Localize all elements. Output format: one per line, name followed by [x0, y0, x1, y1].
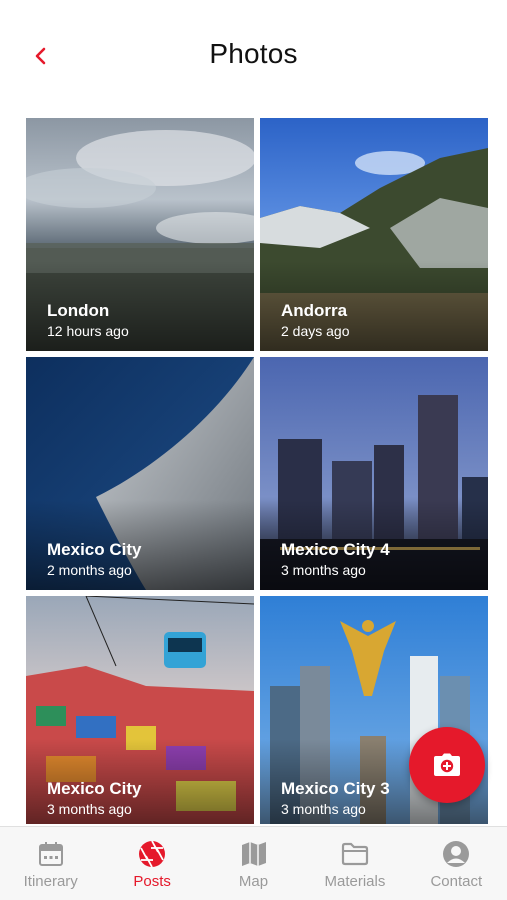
photo-title: Andorra	[281, 301, 348, 320]
tab-posts[interactable]: Posts	[101, 827, 202, 900]
photo-timestamp: 3 months ago	[281, 562, 366, 578]
tab-materials[interactable]: Materials	[304, 827, 405, 900]
photo-timestamp: 2 days ago	[281, 323, 350, 339]
tab-label: Posts	[133, 873, 171, 890]
add-photo-button[interactable]	[409, 727, 485, 803]
header: Photos	[0, 0, 507, 110]
photo-card-mexico-city[interactable]: Mexico City 2 months ago	[26, 357, 254, 590]
photo-timestamp: 12 hours ago	[47, 323, 129, 339]
page-title: Photos	[209, 38, 298, 69]
add-photo-camera-icon	[434, 753, 460, 776]
tab-label: Map	[238, 873, 269, 890]
map-icon	[241, 842, 266, 866]
photo-grid: London 12 hours ago Andorra 2 days ago M…	[26, 118, 488, 824]
folder-icon	[341, 842, 369, 866]
tab-contact[interactable]: Contact	[406, 827, 507, 900]
photo-title: London	[47, 301, 110, 320]
photo-title: Mexico City	[47, 540, 142, 559]
photo-title: Mexico City 4	[281, 540, 390, 559]
photo-card-mexico-city-4[interactable]: Mexico City 4 3 months ago	[260, 357, 488, 590]
photo-timestamp: 3 months ago	[47, 801, 132, 817]
calendar-icon	[38, 842, 63, 866]
photo-card-andorra[interactable]: Andorra 2 days ago	[260, 118, 488, 351]
tab-itinerary[interactable]: Itinerary	[0, 827, 101, 900]
photo-title: Mexico City 3	[281, 779, 390, 798]
bottom-tab-bar: Itinerary Posts Map Materials Contact	[0, 826, 507, 900]
photo-timestamp: 3 months ago	[281, 801, 366, 817]
tab-label: Materials	[324, 873, 386, 890]
tab-label: Contact	[430, 873, 483, 890]
photo-card-mexico-city-cable-car[interactable]: Mexico City 3 months ago	[26, 596, 254, 824]
tab-label: Itinerary	[23, 873, 78, 890]
photo-timestamp: 2 months ago	[47, 562, 132, 578]
camera-shutter-icon	[139, 840, 166, 868]
tab-map[interactable]: Map	[203, 827, 304, 900]
user-circle-icon	[443, 841, 470, 867]
photo-title: Mexico City	[47, 779, 142, 798]
photo-card-london[interactable]: London 12 hours ago	[26, 118, 254, 351]
